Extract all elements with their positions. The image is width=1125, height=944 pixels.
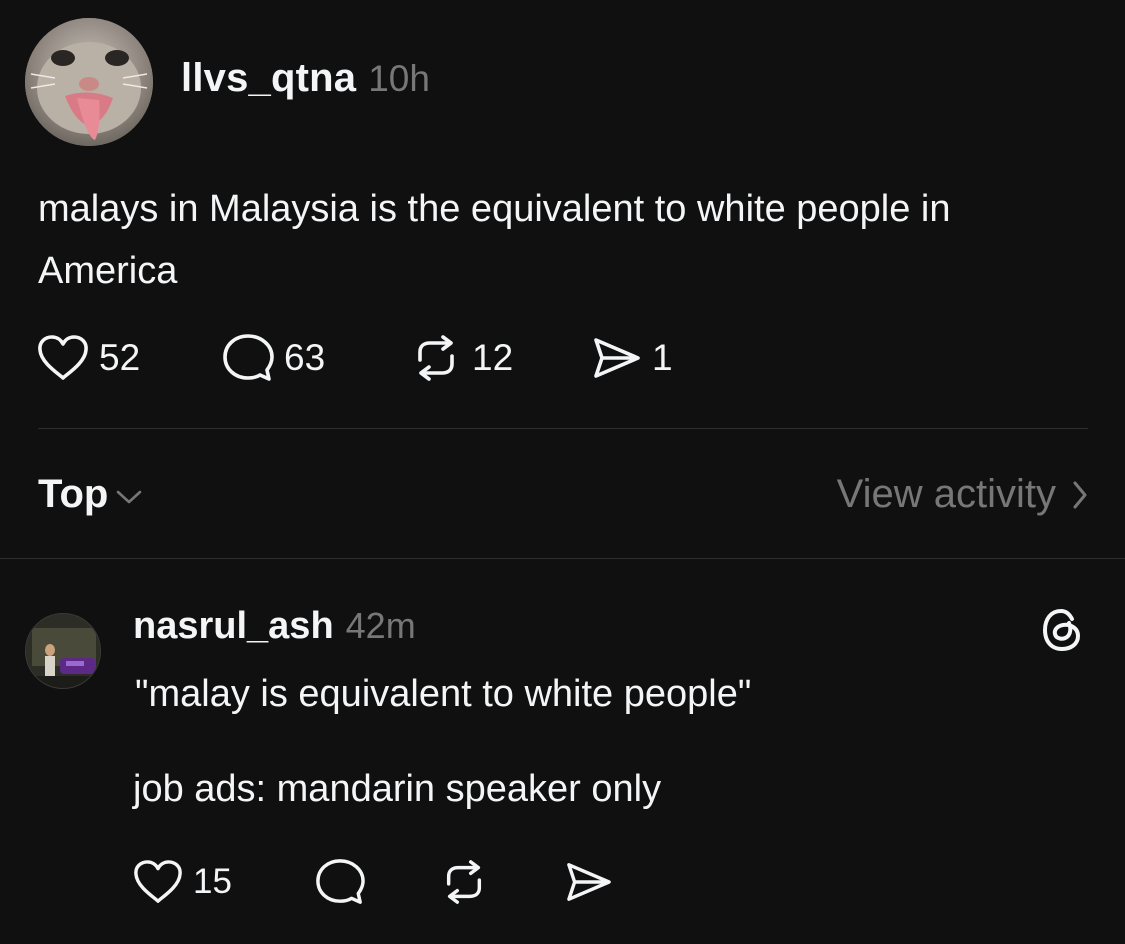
reply-time: 42m: [345, 605, 416, 646]
share-button[interactable]: 1: [592, 334, 673, 382]
comment-button[interactable]: [315, 858, 365, 906]
post-time: 10h: [368, 58, 430, 99]
repost-button[interactable]: [439, 858, 489, 906]
send-icon: [594, 338, 640, 378]
comment-bubble-icon: [316, 859, 365, 904]
reply-header: nasrul_ash 42m: [133, 605, 416, 648]
view-activity-link[interactable]: View activity: [837, 472, 1090, 517]
share-count: 1: [652, 337, 673, 378]
like-count: 52: [99, 337, 141, 378]
heart-icon: [134, 860, 182, 903]
threads-logo-icon[interactable]: [1039, 607, 1085, 653]
view-activity-label: View activity: [836, 472, 1056, 516]
repost-button[interactable]: 12: [410, 334, 513, 382]
sort-row: Top View activity: [0, 460, 1125, 530]
username[interactable]: llvs_qtna: [181, 56, 356, 101]
repost-icon: [418, 335, 454, 381]
post-actions: 52 63 12 1: [37, 334, 737, 382]
repost-count: 12: [472, 337, 514, 378]
reply-post: nasrul_ash 42m "malay is equivalent to w…: [0, 560, 1125, 944]
avatar[interactable]: [25, 613, 101, 689]
chevron-right-icon: [1073, 481, 1087, 508]
reply-text-line-2: job ads: mandarin speaker only: [133, 768, 662, 810]
user-avatar-image: [26, 614, 100, 688]
chevron-down-icon: [117, 490, 142, 503]
heart-icon: [38, 335, 88, 380]
sort-label: Top: [38, 472, 109, 516]
reply-username[interactable]: nasrul_ash: [133, 605, 334, 648]
like-count: 15: [193, 862, 232, 901]
reply-actions: 15: [133, 858, 653, 906]
share-button[interactable]: [565, 858, 613, 906]
main-post: llvs_qtna 10h malays in Malaysia is the …: [0, 0, 1125, 430]
like-button[interactable]: 52: [37, 334, 140, 382]
post-header: llvs_qtna 10h: [181, 56, 430, 101]
post-text: malays in Malaysia is the equivalent to …: [38, 188, 951, 292]
comment-bubble-icon: [223, 334, 274, 381]
send-icon: [567, 863, 611, 901]
sort-dropdown[interactable]: Top: [38, 472, 144, 517]
divider: [0, 558, 1125, 559]
reply-text-line-1: "malay is equivalent to white people": [135, 673, 752, 715]
repost-icon: [446, 860, 482, 904]
divider: [38, 428, 1088, 429]
comment-button[interactable]: 63: [222, 334, 325, 382]
avatar[interactable]: [25, 18, 153, 146]
like-button[interactable]: 15: [133, 858, 232, 906]
comment-count: 63: [284, 337, 326, 378]
cat-avatar-image: [25, 18, 153, 146]
